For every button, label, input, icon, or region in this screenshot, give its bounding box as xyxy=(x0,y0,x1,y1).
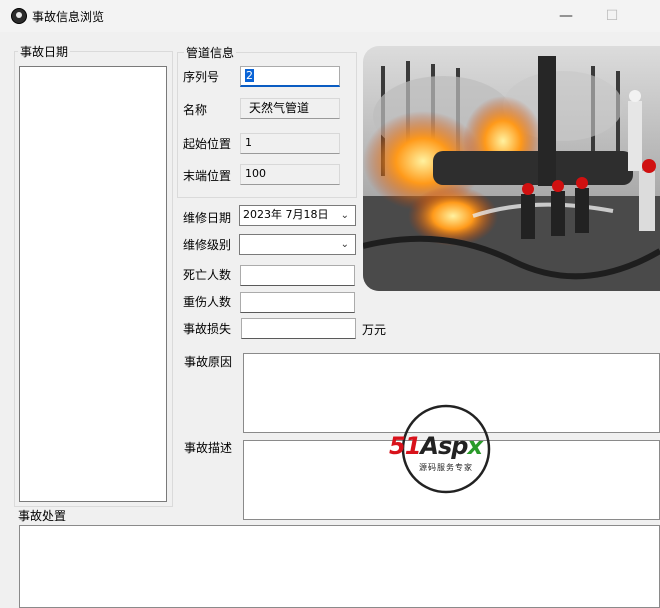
serial-number-value: 2 xyxy=(245,69,254,82)
name-field[interactable]: 天然气管道 xyxy=(240,98,340,119)
app-icon xyxy=(11,8,27,24)
deaths-label: 死亡人数 xyxy=(183,268,232,282)
handling-label: 事故处置 xyxy=(18,509,67,523)
accident-photo xyxy=(363,46,660,291)
start-position-label: 起始位置 xyxy=(183,137,232,151)
end-position-label: 末端位置 xyxy=(183,169,232,183)
repair-date-picker[interactable]: 2023年 7月18日 ⌄ xyxy=(239,205,356,226)
window-title: 事故信息浏览 xyxy=(32,10,105,24)
repair-date-value: 2023年 7月18日 xyxy=(243,208,329,221)
handling-textarea[interactable] xyxy=(19,525,660,608)
watermark-logo: 51Aspx 源码服务专家 xyxy=(389,404,511,494)
watermark-tagline: 源码服务专家 xyxy=(419,463,473,472)
minimize-button[interactable]: — xyxy=(551,8,581,24)
loss-label: 事故损失 xyxy=(183,322,232,336)
cause-label: 事故原因 xyxy=(184,355,233,369)
serial-number-field[interactable]: 2 xyxy=(240,66,340,87)
watermark-brand: 51Aspx xyxy=(389,432,483,460)
maximize-button[interactable]: ☐ xyxy=(597,8,627,24)
name-label: 名称 xyxy=(183,103,208,117)
loss-field[interactable] xyxy=(241,318,356,339)
pipe-info-group-title: 管道信息 xyxy=(184,44,237,61)
description-label: 事故描述 xyxy=(184,441,233,455)
injuries-field[interactable] xyxy=(240,292,355,313)
end-position-field[interactable]: 100 xyxy=(240,164,340,185)
repair-date-label: 维修日期 xyxy=(183,211,232,225)
loss-unit: 万元 xyxy=(362,323,387,337)
chevron-down-icon[interactable]: ⌄ xyxy=(341,207,349,225)
accident-date-group-title: 事故日期 xyxy=(18,43,71,60)
accident-date-list[interactable] xyxy=(19,66,167,502)
start-position-field[interactable]: 1 xyxy=(240,133,340,154)
serial-number-label: 序列号 xyxy=(183,70,220,84)
repair-level-label: 维修级别 xyxy=(183,238,232,252)
title-bar: 事故信息浏览 — ☐ xyxy=(0,0,660,32)
repair-level-select[interactable]: ⌄ xyxy=(239,234,356,255)
chevron-down-icon[interactable]: ⌄ xyxy=(341,236,349,254)
injuries-label: 重伤人数 xyxy=(183,295,232,309)
pipeline-fire-image xyxy=(363,46,660,291)
deaths-field[interactable] xyxy=(240,265,355,286)
